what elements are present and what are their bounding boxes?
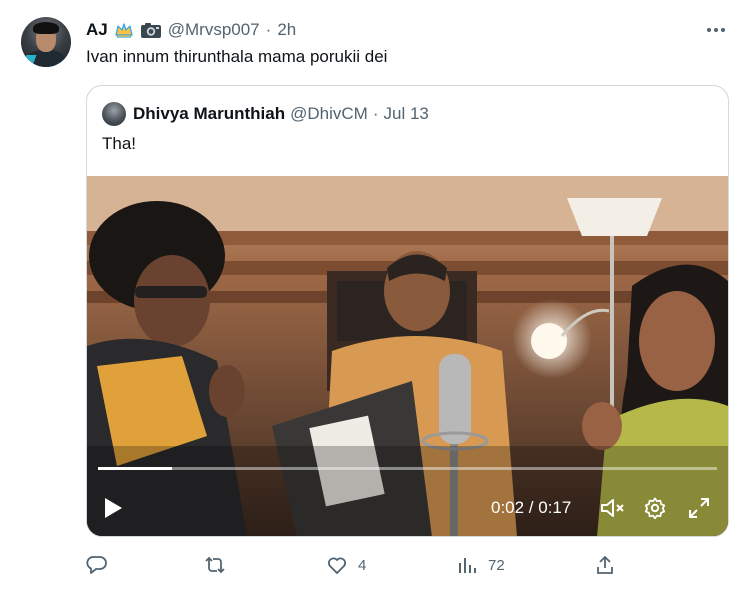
- like-count: 4: [358, 556, 367, 574]
- camera-icon: [140, 21, 162, 39]
- fullscreen-icon[interactable]: [687, 496, 711, 520]
- quoted-header-separator: ·: [372, 104, 379, 123]
- tweet[interactable]: AJ @Mrvsp007 · 2h Ivan innum thirunthala…: [0, 0, 751, 598]
- author-avatar[interactable]: [21, 17, 71, 67]
- like-icon: [328, 557, 346, 574]
- reply-icon: [86, 556, 107, 574]
- views-icon: [459, 558, 476, 573]
- video-progress-bar[interactable]: [98, 467, 717, 470]
- play-icon[interactable]: [102, 496, 124, 520]
- quoted-author-avatar[interactable]: [102, 102, 126, 126]
- author-name[interactable]: AJ: [86, 20, 108, 40]
- views-button[interactable]: 72: [456, 553, 505, 577]
- quoted-author-name[interactable]: Dhivya Marunthiah: [133, 104, 285, 124]
- video-frame: [87, 176, 728, 536]
- avatar-hair-shape: [33, 22, 59, 34]
- quoted-tweet-header: Dhivya Marunthiah @DhivCM · Jul 13: [133, 102, 429, 126]
- author-handle[interactable]: @Mrvsp007: [168, 20, 260, 40]
- tweet-header: AJ @Mrvsp007 · 2h: [86, 18, 296, 42]
- quoted-tweet-date[interactable]: Jul 13: [383, 104, 428, 124]
- like-button[interactable]: 4: [326, 553, 366, 577]
- share-button[interactable]: [594, 553, 616, 577]
- quoted-author-handle[interactable]: @DhivCM: [290, 104, 368, 124]
- header-separator: ·: [265, 20, 272, 39]
- settings-gear-icon[interactable]: [643, 496, 667, 520]
- quoted-tweet[interactable]: Dhivya Marunthiah @DhivCM · Jul 13 Tha!: [86, 85, 729, 537]
- video-progress-fill: [98, 467, 173, 470]
- reply-button[interactable]: [86, 553, 118, 577]
- share-icon: [597, 555, 613, 574]
- quoted-tweet-text: Tha!: [102, 134, 137, 153]
- views-count: 72: [488, 556, 505, 574]
- tweet-timestamp[interactable]: 2h: [277, 20, 296, 40]
- video-player[interactable]: 0:02 / 0:17: [87, 176, 728, 536]
- mute-icon[interactable]: [599, 497, 625, 519]
- crown-icon: [114, 21, 134, 39]
- video-timecode: 0:02 / 0:17: [491, 498, 572, 517]
- more-options-icon[interactable]: [704, 20, 728, 40]
- tweet-text: Ivan innum thirunthala mama porukii dei: [86, 47, 388, 66]
- retweet-button[interactable]: [204, 553, 236, 577]
- retweet-icon: [205, 556, 225, 574]
